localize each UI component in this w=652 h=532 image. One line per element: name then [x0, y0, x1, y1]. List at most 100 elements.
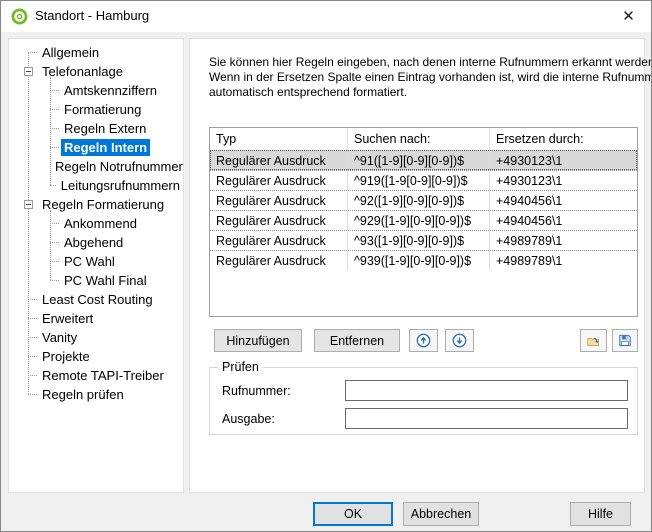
- sidebar-item-telefonanlage[interactable]: Telefonanlage: [9, 62, 183, 81]
- tree-connector-stub: [50, 147, 59, 148]
- sidebar-item-ankommend[interactable]: Ankommend: [9, 214, 183, 233]
- sidebar-item-allgemein[interactable]: Allgemein: [9, 43, 183, 62]
- up-arrow-circle-icon: [416, 332, 431, 349]
- sidebar-item-vanity[interactable]: Vanity: [9, 328, 183, 347]
- tree-connector-stub: [50, 261, 59, 262]
- column-header-suchen[interactable]: Suchen nach:: [348, 128, 490, 150]
- table-row[interactable]: Regulärer Ausdruck^93([1-9][0-9][0-9])$+…: [210, 230, 637, 250]
- sidebar-item-pc-wahl-final[interactable]: PC Wahl Final: [9, 271, 183, 290]
- sidebar-item-regeln-extern[interactable]: Regeln Extern: [9, 119, 183, 138]
- sidebar-item-label: PC Wahl: [61, 253, 118, 270]
- ausgabe-label: Ausgabe:: [222, 412, 275, 426]
- table-row[interactable]: Regulärer Ausdruck^939([1-9][0-9][0-9])$…: [210, 250, 637, 270]
- remove-button[interactable]: Entfernen: [314, 329, 400, 352]
- sidebar-item-pc-wahl[interactable]: PC Wahl: [9, 252, 183, 271]
- sidebar-item-label: Regeln Intern: [61, 139, 150, 156]
- sidebar-item-least-cost-routing[interactable]: Least Cost Routing: [9, 290, 183, 309]
- tree-connector-stub: [50, 223, 59, 224]
- sidebar-item-label: Amtskennziffern: [61, 82, 160, 99]
- table-cell-suchen: ^91([1-9][0-9][0-9])$: [348, 151, 490, 170]
- table-cell-ersetzen: +4930123\1: [490, 151, 637, 170]
- tree-connector-stub: [28, 337, 37, 338]
- table-cell-ersetzen: +4940456\1: [490, 191, 637, 210]
- tree-connector-stub: [28, 375, 37, 376]
- column-header-ersetzen[interactable]: Ersetzen durch:: [490, 128, 637, 150]
- add-button[interactable]: Hinzufügen: [214, 329, 302, 352]
- regeln-intern-page: Sie können hier Regeln eingeben, nach de…: [189, 38, 645, 493]
- sidebar-item-label: Regeln prüfen: [39, 386, 127, 403]
- tree-connector-stub: [50, 280, 59, 281]
- tree-connector-stub: [50, 109, 59, 110]
- tree-connector-stub: [50, 128, 59, 129]
- description-line: Sie können hier Regeln eingeben, nach de…: [209, 55, 643, 70]
- title-bar: Standort - Hamburg ✕: [1, 1, 651, 32]
- sidebar-item-label: Ankommend: [61, 215, 140, 232]
- sidebar-item-abgehend[interactable]: Abgehend: [9, 233, 183, 252]
- rufnummer-input[interactable]: [345, 380, 628, 401]
- page-description: Sie können hier Regeln eingeben, nach de…: [209, 55, 643, 100]
- table-row[interactable]: Regulärer Ausdruck^919([1-9[0-9][0-9])$+…: [210, 170, 637, 190]
- ausgabe-input[interactable]: [345, 408, 628, 429]
- down-arrow-circle-icon: [452, 332, 467, 349]
- move-up-button[interactable]: [409, 329, 438, 352]
- tree-connector-stub: [28, 299, 37, 300]
- sidebar-item-label: Allgemein: [39, 44, 102, 61]
- sidebar-item-erweitert[interactable]: Erweitert: [9, 309, 183, 328]
- settings-tree: Allgemein Telefonanlage Amtskennziffern For…: [8, 38, 184, 493]
- table-cell-suchen: ^93([1-9][0-9][0-9])$: [348, 231, 490, 250]
- save-rules-button[interactable]: [612, 329, 638, 352]
- sidebar-item-label: Projekte: [39, 348, 93, 365]
- tree-connector-stub: [50, 242, 59, 243]
- save-floppy-icon: [619, 333, 631, 348]
- table-cell-typ: Regulärer Ausdruck: [210, 231, 348, 250]
- table-cell-ersetzen: +4930123\1: [490, 171, 637, 190]
- table-cell-suchen: ^92([1-9][0-9][0-9])$: [348, 191, 490, 210]
- move-down-button[interactable]: [445, 329, 474, 352]
- table-row[interactable]: Regulärer Ausdruck^929([1-9][0-9][0-9])$…: [210, 210, 637, 230]
- sidebar-item-remote-tapi-treiber[interactable]: Remote TAPI-Treiber: [9, 366, 183, 385]
- sidebar-item-label: Abgehend: [61, 234, 126, 251]
- sidebar-item-regeln-prüfen[interactable]: Regeln prüfen: [9, 385, 183, 404]
- sidebar-item-formatierung[interactable]: Formatierung: [9, 100, 183, 119]
- rufnummer-label: Rufnummer:: [222, 384, 291, 398]
- table-cell-suchen: ^939([1-9][0-9][0-9])$: [348, 251, 490, 270]
- import-rules-button[interactable]: [580, 329, 607, 352]
- collapse-minus-icon[interactable]: [24, 67, 33, 76]
- tree-connector-stub: [50, 185, 56, 186]
- sidebar-item-regeln-notrufnummer[interactable]: Regeln Notrufnummer: [9, 157, 183, 176]
- table-cell-typ: Regulärer Ausdruck: [210, 151, 348, 170]
- table-cell-typ: Regulärer Ausdruck: [210, 211, 348, 230]
- column-header-typ[interactable]: Typ: [210, 128, 348, 150]
- pruefen-groupbox: Prüfen Rufnummer: Ausgabe:: [209, 367, 638, 435]
- sidebar-item-label: Remote TAPI-Treiber: [39, 367, 167, 384]
- table-row[interactable]: Regulärer Ausdruck^92([1-9][0-9][0-9])$+…: [210, 190, 637, 210]
- rules-table[interactable]: Typ Suchen nach: Ersetzen durch: Regulär…: [209, 127, 638, 317]
- sidebar-item-label: Telefonanlage: [39, 63, 126, 80]
- sidebar-item-regeln-formatierung[interactable]: Regeln Formatierung: [9, 195, 183, 214]
- tree-connector-stub: [28, 52, 37, 53]
- table-cell-typ: Regulärer Ausdruck: [210, 191, 348, 210]
- sidebar-item-label: PC Wahl Final: [61, 272, 150, 289]
- table-row[interactable]: Regulärer Ausdruck^91([1-9][0-9][0-9])$+…: [210, 150, 637, 170]
- ok-button[interactable]: OK: [313, 502, 393, 526]
- sidebar-item-regeln-intern[interactable]: Regeln Intern: [9, 138, 183, 157]
- help-button[interactable]: Hilfe: [570, 502, 631, 526]
- collapse-minus-icon[interactable]: [24, 200, 33, 209]
- tree-connector-stub: [28, 394, 37, 395]
- sidebar-item-amtskennziffern[interactable]: Amtskennziffern: [9, 81, 183, 100]
- close-button[interactable]: ✕: [606, 1, 651, 31]
- tree-connector-stub: [28, 356, 37, 357]
- app-icon: [11, 8, 28, 25]
- tree-connector-stub: [50, 90, 59, 91]
- sidebar-item-leitungsrufnummern[interactable]: Leitungsrufnummern: [9, 176, 183, 195]
- sidebar-item-label: Erweitert: [39, 310, 96, 327]
- sidebar-item-projekte[interactable]: Projekte: [9, 347, 183, 366]
- sidebar-item-label: Regeln Extern: [61, 120, 149, 137]
- table-cell-typ: Regulärer Ausdruck: [210, 251, 348, 270]
- cancel-button[interactable]: Abbrechen: [403, 502, 479, 526]
- table-header: Typ Suchen nach: Ersetzen durch:: [210, 128, 637, 150]
- sidebar-item-label: Regeln Notrufnummer: [52, 158, 184, 175]
- tree-connector-stub: [28, 318, 37, 319]
- sidebar-item-label: Formatierung: [61, 101, 144, 118]
- close-icon: ✕: [622, 7, 635, 25]
